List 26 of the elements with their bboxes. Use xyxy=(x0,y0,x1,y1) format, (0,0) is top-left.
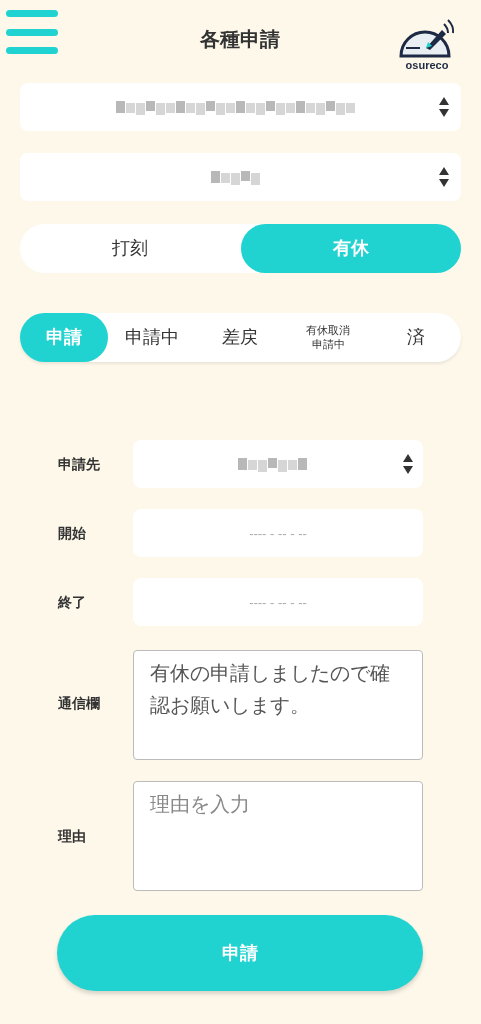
select-field[interactable] xyxy=(20,153,461,201)
logo-text: osureco xyxy=(405,60,449,71)
text-area[interactable]: 理由を入力 xyxy=(133,781,423,891)
field-label: 開始 xyxy=(58,523,87,543)
mode-tab[interactable]: 打刻 xyxy=(20,224,241,273)
date-field[interactable]: ---- - -- - -- xyxy=(133,509,423,557)
text-area[interactable]: 有休の申請しましたので確認お願いします。 xyxy=(133,650,423,760)
sort-arrows-icon xyxy=(403,453,413,475)
logo-icon xyxy=(398,18,456,60)
status-tab[interactable]: 差戻 xyxy=(196,313,284,362)
status-tab[interactable]: 済 xyxy=(372,313,460,362)
blurred-text xyxy=(210,169,261,185)
menu-icon[interactable] xyxy=(6,10,58,54)
blurred-text xyxy=(238,456,308,472)
sort-arrows-icon xyxy=(439,96,449,118)
page-title: 各種申請 xyxy=(199,27,281,52)
status-tab[interactable]: 申請中 xyxy=(108,313,196,362)
field-label: 通信欄 xyxy=(58,694,101,713)
select-field[interactable] xyxy=(20,83,461,131)
select-field[interactable] xyxy=(133,440,423,488)
field-label: 申請先 xyxy=(58,454,101,474)
field-label: 理由 xyxy=(58,826,87,846)
sort-arrows-icon xyxy=(439,166,449,188)
field-label: 終了 xyxy=(58,592,87,612)
status-tab[interactable]: 有休取消 申請中 xyxy=(284,313,372,362)
date-field[interactable]: ---- - -- - -- xyxy=(133,578,423,626)
